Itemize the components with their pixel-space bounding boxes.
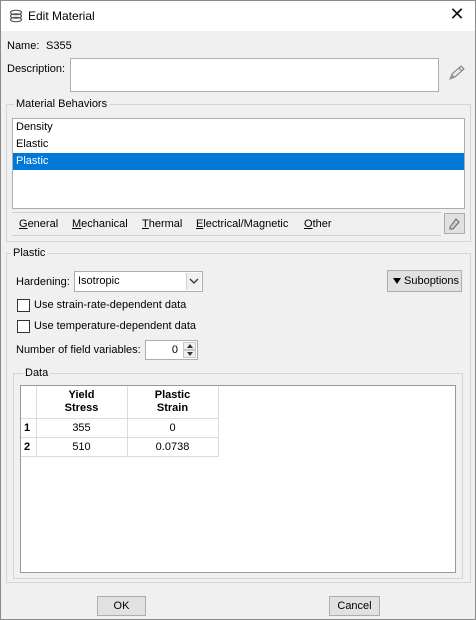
field-variables-spin-buttons <box>183 342 196 358</box>
hardening-label: Hardening: <box>16 276 70 288</box>
menu-mechanical[interactable]: Mechanical <box>72 218 128 230</box>
yield-header-line1: Yield <box>68 388 95 401</box>
field-variables-spinbox[interactable]: 0 <box>145 340 198 360</box>
suboptions-button[interactable]: Suboptions <box>387 270 462 292</box>
cancel-button[interactable]: Cancel <box>329 596 380 616</box>
strain-rate-label[interactable]: Use strain-rate-dependent data <box>34 299 186 311</box>
plastic-title: Plastic <box>11 247 48 259</box>
cell-yield-stress[interactable]: 510 <box>36 437 128 457</box>
menu-other[interactable]: Other <box>304 218 332 230</box>
behavior-item-plastic[interactable]: Plastic <box>13 153 464 170</box>
column-header-yield-stress[interactable]: Yield Stress <box>36 386 128 419</box>
table-row: 2 510 0.0738 <box>21 437 219 457</box>
yield-header-line2: Stress <box>64 401 99 414</box>
arrow-up-icon <box>187 344 193 348</box>
hardening-value: Isotropic <box>78 275 120 287</box>
temperature-checkbox[interactable] <box>17 320 30 333</box>
material-app-icon <box>9 9 23 23</box>
close-icon: ✕ <box>449 4 465 25</box>
data-title: Data <box>23 367 51 379</box>
cell-plastic-strain[interactable]: 0.0738 <box>127 437 219 457</box>
menu-general[interactable]: General <box>19 218 58 230</box>
spin-down-button[interactable] <box>183 350 196 358</box>
ok-button[interactable]: OK <box>97 596 146 616</box>
table-corner <box>21 386 37 419</box>
edit-material-dialog: Edit Material ✕ Name: S355 Description: … <box>0 0 476 620</box>
behavior-item-elastic[interactable]: Elastic <box>13 136 464 153</box>
temperature-label[interactable]: Use temperature-dependent data <box>34 320 196 332</box>
eraser-icon <box>449 218 460 230</box>
field-variables-label: Number of field variables: <box>16 344 141 356</box>
triangle-down-icon <box>393 278 401 284</box>
strain-header-line1: Plastic <box>154 388 191 401</box>
menu-thermal[interactable]: Thermal <box>142 218 182 230</box>
arrow-down-icon <box>187 352 193 356</box>
data-table-area[interactable]: Yield Stress Plastic Strain 1 355 0 2 51… <box>20 385 456 573</box>
field-variables-value: 0 <box>171 344 178 356</box>
suboptions-label: Suboptions <box>404 275 460 287</box>
description-input[interactable] <box>70 58 439 92</box>
material-behaviors-list[interactable]: Density Elastic Plastic <box>12 118 465 209</box>
row-header[interactable]: 1 <box>21 418 37 438</box>
cell-plastic-strain[interactable]: 0 <box>127 418 219 438</box>
edit-description-pencil-icon[interactable] <box>447 64 467 82</box>
table-row: 1 355 0 <box>21 418 219 438</box>
description-label: Description: <box>7 63 66 75</box>
strain-header-line2: Strain <box>156 401 189 414</box>
material-behaviors-title: Material Behaviors <box>14 98 110 110</box>
delete-behavior-button[interactable] <box>444 213 465 234</box>
data-table: Yield Stress Plastic Strain 1 355 0 2 51… <box>21 386 219 457</box>
window-title: Edit Material <box>28 9 95 23</box>
cell-yield-stress[interactable]: 355 <box>36 418 128 438</box>
title-bar[interactable]: Edit Material ✕ <box>1 1 475 31</box>
behavior-item-density[interactable]: Density <box>13 119 464 136</box>
strain-rate-checkbox[interactable] <box>17 299 30 312</box>
name-label: Name: <box>7 40 40 52</box>
hardening-select[interactable]: Isotropic <box>74 271 203 292</box>
spin-up-button[interactable] <box>183 342 196 350</box>
chevron-down-icon <box>189 278 199 284</box>
close-button[interactable]: ✕ <box>443 2 471 28</box>
column-header-plastic-strain[interactable]: Plastic Strain <box>127 386 219 419</box>
name-value: S355 <box>46 40 72 52</box>
hardening-dropdown-button[interactable] <box>186 273 201 290</box>
behavior-menu-bar: General Mechanical Thermal Electrical/Ma… <box>12 212 441 236</box>
menu-electrical-magnetic[interactable]: Electrical/Magnetic <box>196 218 288 230</box>
row-header[interactable]: 2 <box>21 437 37 457</box>
